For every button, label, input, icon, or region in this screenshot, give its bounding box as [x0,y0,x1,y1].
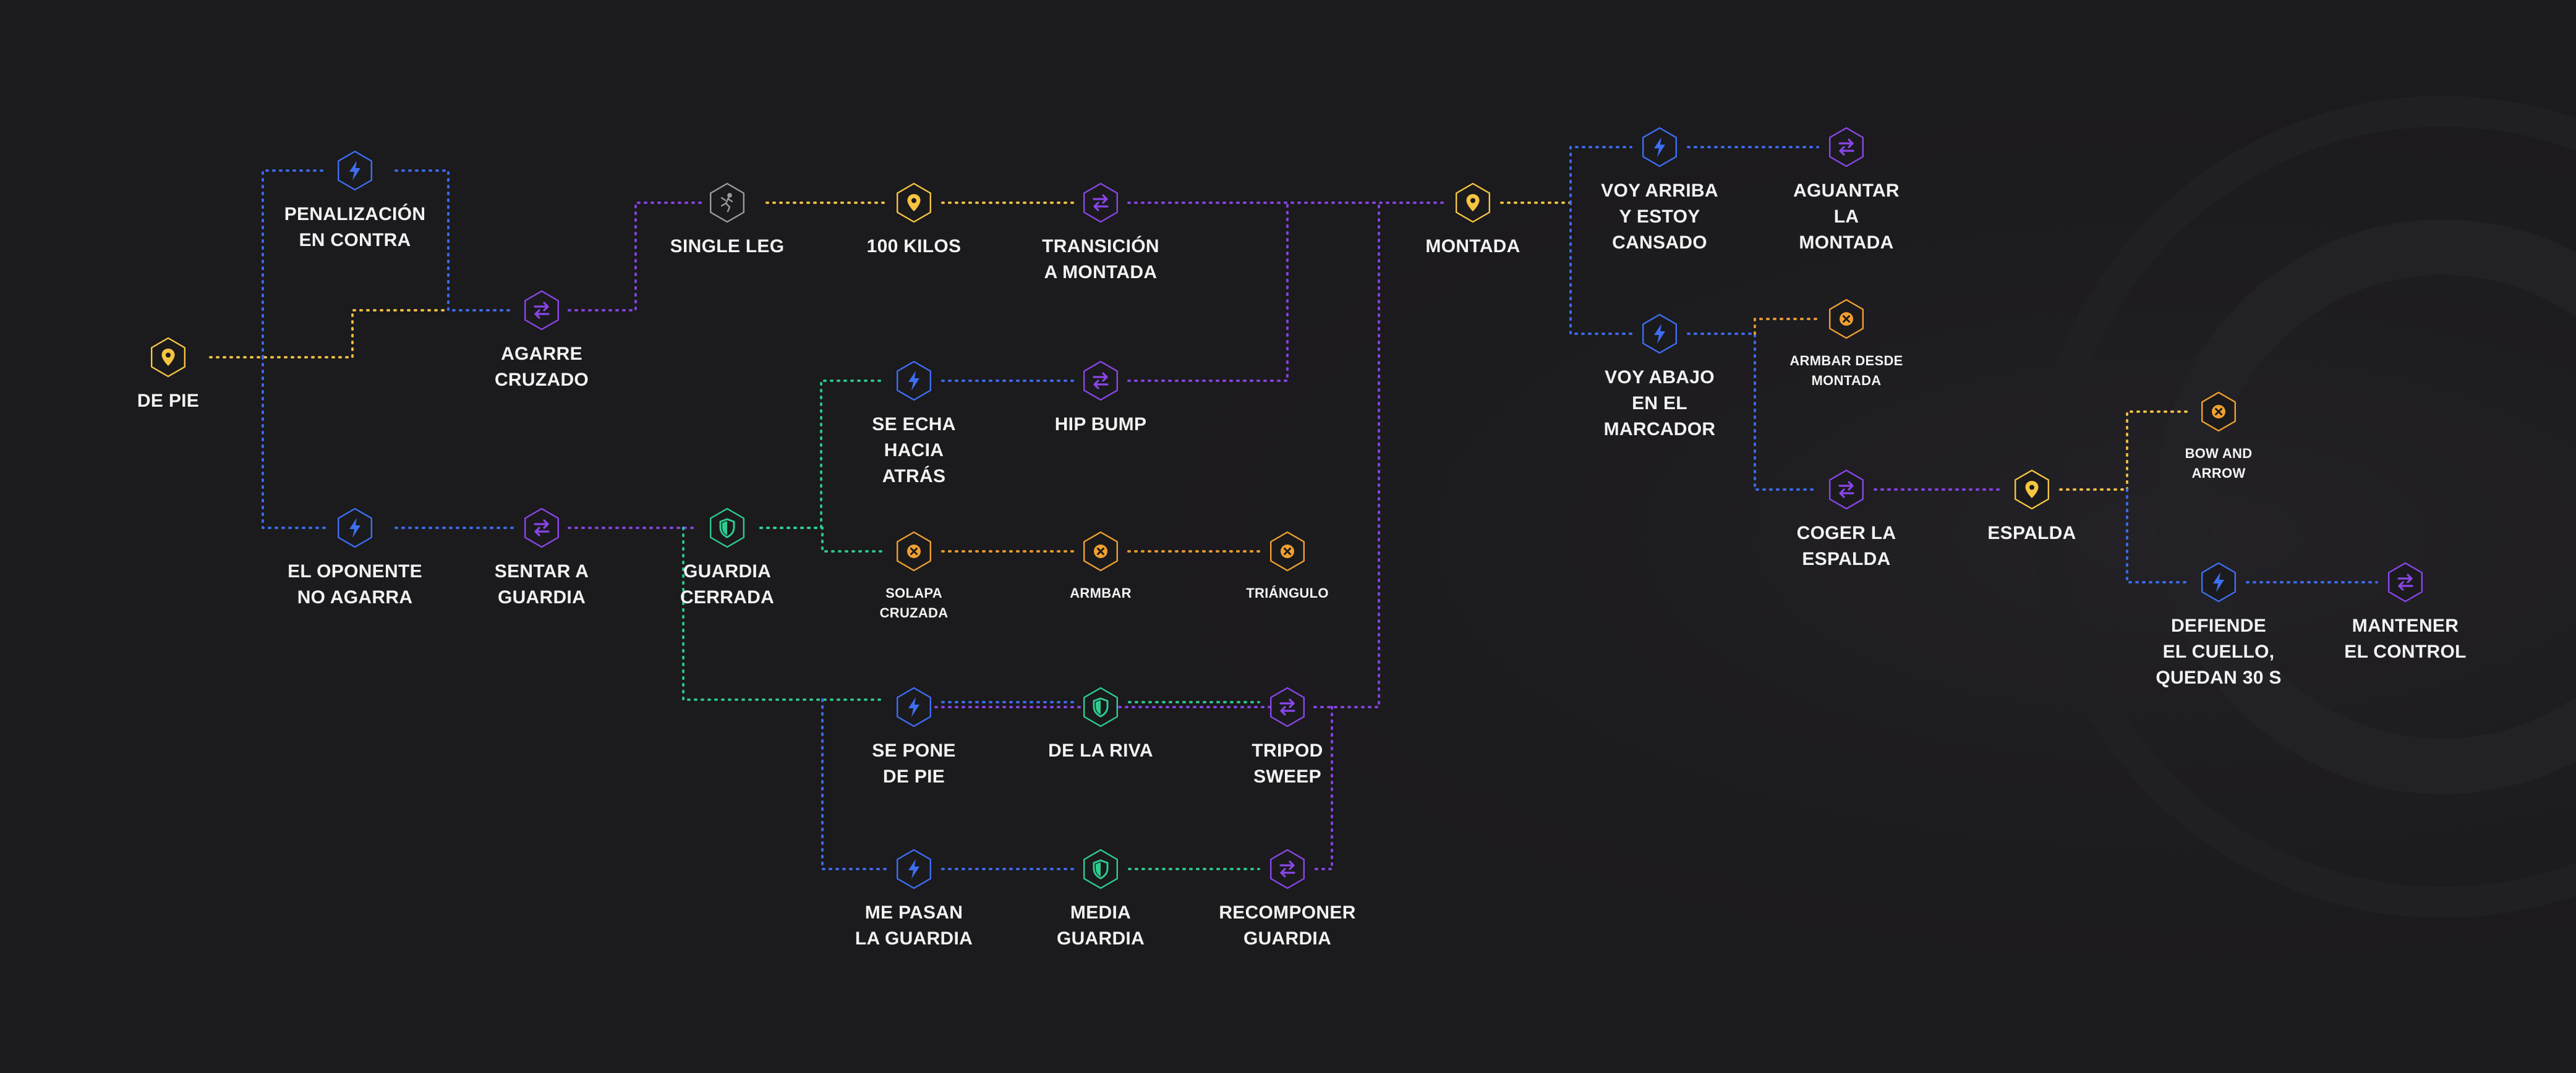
node-label: PENALIZACIÓN EN CONTRA [284,204,426,250]
node-label: TRIÁNGULO [1246,585,1329,601]
lightning-icon[interactable] [892,685,936,729]
connector-line [1313,201,1380,708]
x-circle-icon[interactable] [2196,389,2241,434]
node-label: BOW AND ARROW [2185,446,2253,481]
swap-arrows-icon[interactable] [1824,467,1869,512]
map-pin-icon[interactable] [892,180,936,225]
node-label: ESPALDA [1987,523,2076,543]
node-label: TRANSICIÓN A MONTADA [1042,236,1159,282]
node-label: HIP BUMP [1054,414,1147,435]
shield-icon[interactable] [705,506,749,550]
x-circle-icon[interactable] [1824,297,1869,341]
connector-line [759,527,887,553]
node-label: DE PIE [137,391,200,411]
node-label: TRIPOD SWEEP [1252,740,1323,787]
shield-icon[interactable] [1078,685,1123,729]
connector-line [1127,201,1289,382]
node-label: RECOMPONER GUARDIA [1219,902,1356,949]
wrestler-icon[interactable] [705,180,749,225]
swap-arrows-icon[interactable] [1078,358,1123,403]
swap-arrows-icon[interactable] [519,288,564,333]
node-label: ARMBAR DESDE MONTADA [1789,353,1903,388]
node-label: AGUANTAR LA MONTADA [1793,180,1900,253]
swap-arrows-icon[interactable] [519,506,564,550]
lightning-icon[interactable] [2196,560,2241,604]
lightning-icon[interactable] [333,148,377,193]
swap-arrows-icon[interactable] [2383,560,2428,604]
map-pin-icon[interactable] [146,335,190,380]
lightning-icon[interactable] [892,847,936,891]
swap-arrows-icon[interactable] [1265,685,1310,729]
swap-arrows-icon[interactable] [1824,125,1869,169]
map-pin-icon[interactable] [2010,467,2054,512]
shield-icon[interactable] [1078,847,1123,891]
lightning-icon[interactable] [333,506,377,550]
connector-line [262,169,329,358]
node-label: AGARRE CRUZADO [494,344,589,390]
lightning-icon[interactable] [1637,125,1682,169]
map-pin-icon[interactable] [1451,180,1495,225]
lightning-icon[interactable] [1637,312,1682,356]
x-circle-icon[interactable] [1265,529,1310,574]
x-circle-icon[interactable] [1078,529,1123,574]
swap-arrows-icon[interactable] [1078,180,1123,225]
x-circle-icon[interactable] [892,529,936,574]
connector-line [1754,318,1819,335]
node-label: MANTENER EL CONTROL [2344,616,2467,662]
connector-line [262,356,329,529]
swap-arrows-icon[interactable] [1265,847,1310,891]
lightning-icon[interactable] [892,358,936,403]
